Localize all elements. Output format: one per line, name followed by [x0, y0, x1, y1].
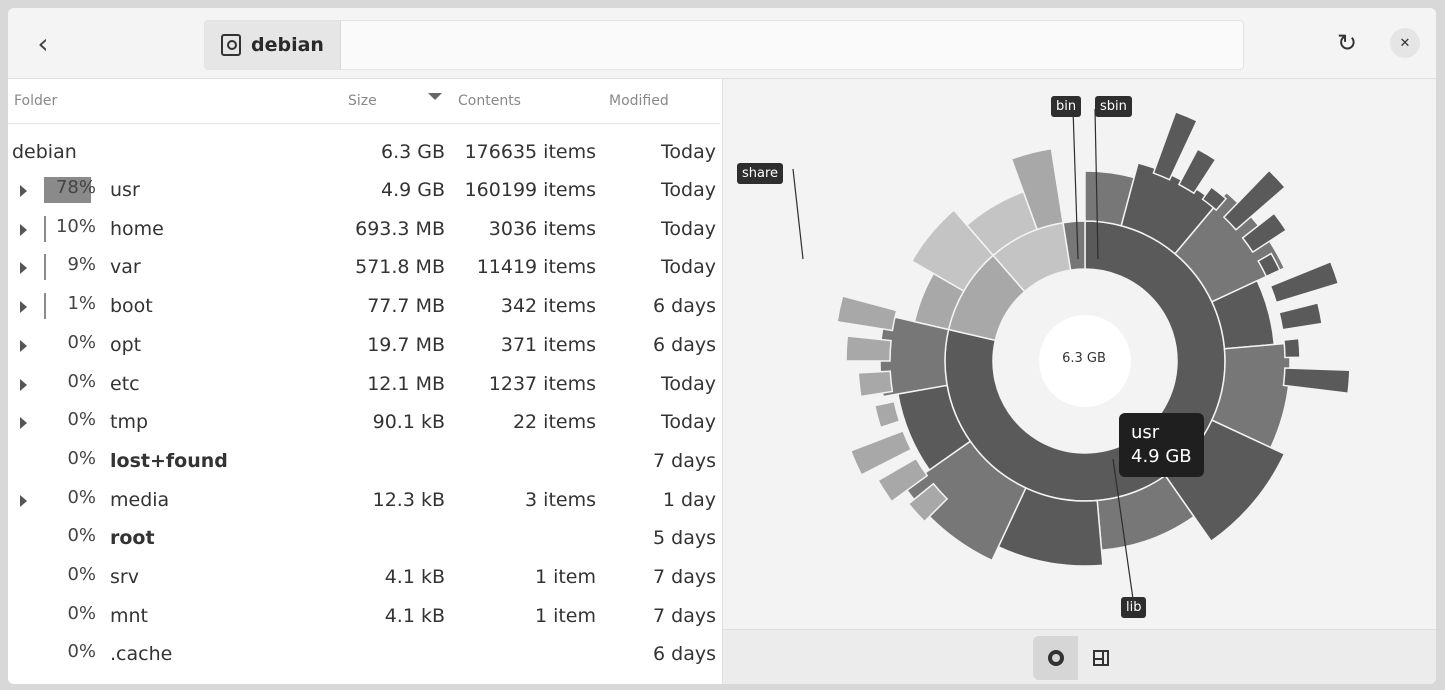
- chart-label-bin: bin: [1051, 96, 1082, 117]
- tree-row[interactable]: 1% boot 77.7 MB 342 items 6 days: [8, 287, 720, 325]
- chart-label-lib: lib: [1121, 597, 1147, 618]
- tree-row[interactable]: 0% mnt 4.1 kB 1 item 7 days: [8, 597, 720, 635]
- close-button[interactable]: ✕: [1390, 28, 1420, 58]
- tooltip-size: 4.9 GB: [1131, 446, 1192, 467]
- chart-pointer-line: [792, 168, 804, 260]
- tooltip-name: usr: [1131, 422, 1160, 443]
- chart-switcher-bar: [722, 629, 1436, 684]
- sort-descending-icon: [428, 93, 442, 100]
- app-window: ‹ debian ↻ ✕ Folder Size Contents Modifi…: [8, 8, 1436, 684]
- row-modified: Today: [661, 179, 716, 201]
- ring-outer-sliver[interactable]: [845, 335, 892, 362]
- chart-label-sbin: sbin: [1095, 96, 1132, 117]
- header-bar: ‹ debian ↻ ✕: [8, 8, 1436, 79]
- view-refresh-icon: ↻: [1336, 29, 1358, 57]
- chart-label-share: share: [737, 163, 784, 184]
- go-previous-icon: ‹: [37, 26, 49, 60]
- ring-outer-sliver[interactable]: [857, 370, 894, 398]
- tree-row-root[interactable]: debian 6.3 GB 176635 items Today: [8, 133, 720, 171]
- chart-center-label: 6.3 GB: [1062, 351, 1106, 366]
- tree-row[interactable]: 0% root 5 days: [8, 519, 720, 557]
- rings-chart-area: 6.3 GB share bin sbin lib usr 4.9 GB: [722, 79, 1436, 629]
- row-modified: Today: [661, 372, 716, 395]
- tree-row[interactable]: 0% etc 12.1 MB 1237 items Today: [8, 365, 720, 403]
- row-modified: 6 days: [653, 643, 716, 666]
- tree-row[interactable]: 0% srv 4.1 kB 1 item 7 days: [8, 558, 720, 596]
- folder-tree-view: Folder Size Contents Modified debian 6.3…: [8, 79, 720, 684]
- row-modified: Today: [661, 256, 716, 279]
- ring-outer-sliver[interactable]: [836, 295, 898, 332]
- path-bar: debian: [204, 20, 1244, 70]
- row-modified: 7 days: [653, 449, 716, 472]
- ring-outer-sliver[interactable]: [873, 400, 901, 429]
- path-chip-debian[interactable]: debian: [205, 21, 341, 69]
- ring-outer-sliver[interactable]: [1177, 148, 1217, 195]
- window-close-icon: ✕: [1399, 35, 1411, 51]
- row-modified: 6 days: [653, 333, 716, 356]
- column-header-row: Folder Size Contents Modified: [8, 79, 720, 124]
- treemap-chart-button[interactable]: [1078, 636, 1123, 680]
- row-modified: Today: [661, 411, 716, 434]
- reload-button[interactable]: ↻: [1330, 26, 1364, 60]
- tree-row[interactable]: 0% lost+found 7 days: [8, 442, 720, 480]
- row-modified: 5 days: [653, 527, 716, 550]
- column-header-modified[interactable]: Modified: [609, 93, 669, 109]
- ring-outer-sliver[interactable]: [1282, 367, 1351, 395]
- ring-outer-sliver[interactable]: [1278, 302, 1323, 331]
- tree-row[interactable]: 10% home 693.3 MB 3036 items Today: [8, 210, 720, 248]
- column-header-contents[interactable]: Contents: [458, 93, 521, 109]
- row-modified: 7 days: [653, 566, 716, 588]
- tree-row[interactable]: 0% opt 19.7 MB 371 items 6 days: [8, 326, 720, 364]
- back-button[interactable]: ‹: [26, 26, 60, 60]
- column-header-size[interactable]: Size: [348, 93, 377, 109]
- row-modified: Today: [661, 217, 716, 240]
- chart-tooltip: usr 4.9 GB: [1119, 413, 1204, 477]
- tree-row[interactable]: 0% media 12.3 kB 3 items 1 day: [8, 481, 720, 519]
- tree-row[interactable]: 0% tmp 90.1 kB 22 items Today: [8, 403, 720, 441]
- chart-type-toggle: [1033, 636, 1123, 680]
- rings-chart-button[interactable]: [1033, 636, 1078, 680]
- tree-row[interactable]: 9% var 571.8 MB 11419 items Today: [8, 248, 720, 286]
- column-header-folder[interactable]: Folder: [14, 93, 57, 109]
- rings-chart-icon: [1047, 650, 1064, 666]
- tree-row[interactable]: 0% .cache 6 days: [8, 635, 720, 673]
- row-modified: 6 days: [653, 295, 716, 318]
- row-modified: Today: [661, 141, 716, 163]
- ring-outer-sliver[interactable]: [1283, 337, 1301, 359]
- treemap-chart-icon: [1092, 650, 1109, 666]
- row-modified: 7 days: [653, 604, 716, 627]
- path-chip-label: debian: [251, 34, 324, 56]
- drive-harddisk-icon: [221, 34, 241, 56]
- tree-row[interactable]: 78% usr 4.9 GB 160199 items Today: [8, 171, 720, 209]
- row-modified: 1 day: [662, 488, 716, 511]
